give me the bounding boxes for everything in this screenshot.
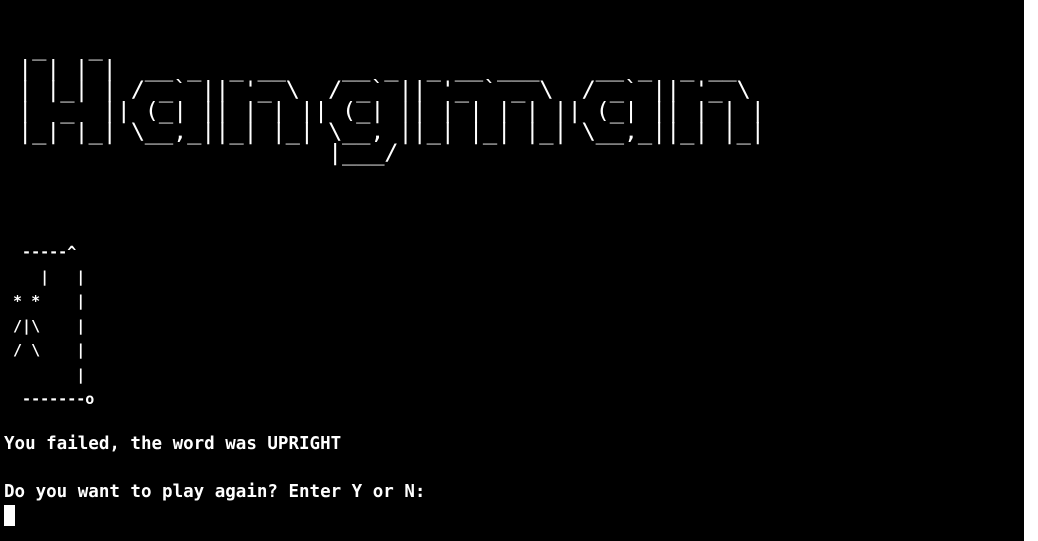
hangman-ascii-banner: _ _ | | | | __ _ _ __ __ _ _ __ ___ __ _…	[18, 36, 765, 166]
terminal-input-cursor[interactable]	[4, 505, 15, 526]
game-result-message: You failed, the word was UPRIGHT	[4, 434, 342, 454]
hangman-gallows-drawing: -----^ | | * * | /|\ | / \ | | -------o	[13, 243, 95, 408]
play-again-prompt: Do you want to play again? Enter Y or N:	[4, 482, 426, 502]
terminal-window[interactable]: _ _ | | | | __ _ _ __ __ _ _ __ ___ __ _…	[0, 0, 1024, 541]
